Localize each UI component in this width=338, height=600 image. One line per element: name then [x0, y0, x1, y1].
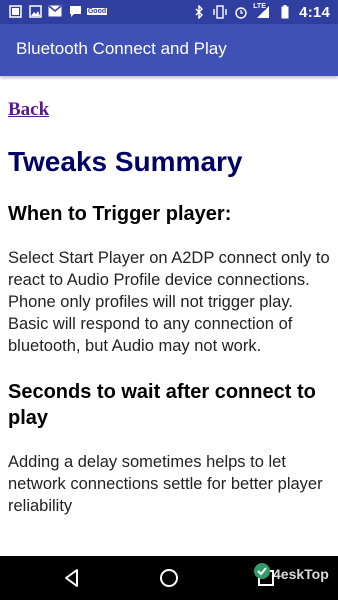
section-body-trigger: Select Start Player on A2DP connect only… [8, 249, 330, 355]
good-app-icon: Good [86, 7, 108, 15]
signal-icon: LTE [253, 3, 271, 19]
section-heading-delay: Seconds to wait after connect to play [8, 381, 316, 429]
vibrate-icon [213, 5, 227, 19]
image-icon [28, 4, 42, 18]
section-heading-trigger: When to Trigger player: [8, 203, 232, 225]
gmail-icon [48, 4, 62, 18]
clock: 4:14 [299, 3, 330, 21]
system-icons: LTE 4:14 [192, 2, 330, 22]
chat-icon [68, 4, 82, 18]
battery-icon [278, 5, 292, 19]
app-bar: Bluetooth Connect and Play [0, 24, 338, 76]
alarm-icon [234, 5, 248, 19]
section-body-delay: Adding a delay sometimes helps to let ne… [8, 453, 323, 515]
back-link[interactable]: Back [8, 99, 49, 121]
help-content[interactable]: Back Tweaks Summary When to Trigger play… [0, 76, 338, 556]
page-title: Tweaks Summary [8, 146, 243, 177]
nav-back-icon[interactable] [60, 566, 84, 590]
watermark-logo-icon [253, 562, 271, 585]
notification-icons: Good [8, 4, 108, 18]
bluetooth-icon [192, 5, 206, 19]
watermark: 4eskTop [253, 562, 329, 585]
notification-box-icon [8, 4, 22, 18]
nav-home-icon[interactable] [157, 566, 181, 590]
app-title: Bluetooth Connect and Play [16, 39, 227, 58]
status-bar: Good LTE 4:14 [0, 0, 338, 24]
watermark-text: 4eskTop [273, 565, 329, 582]
